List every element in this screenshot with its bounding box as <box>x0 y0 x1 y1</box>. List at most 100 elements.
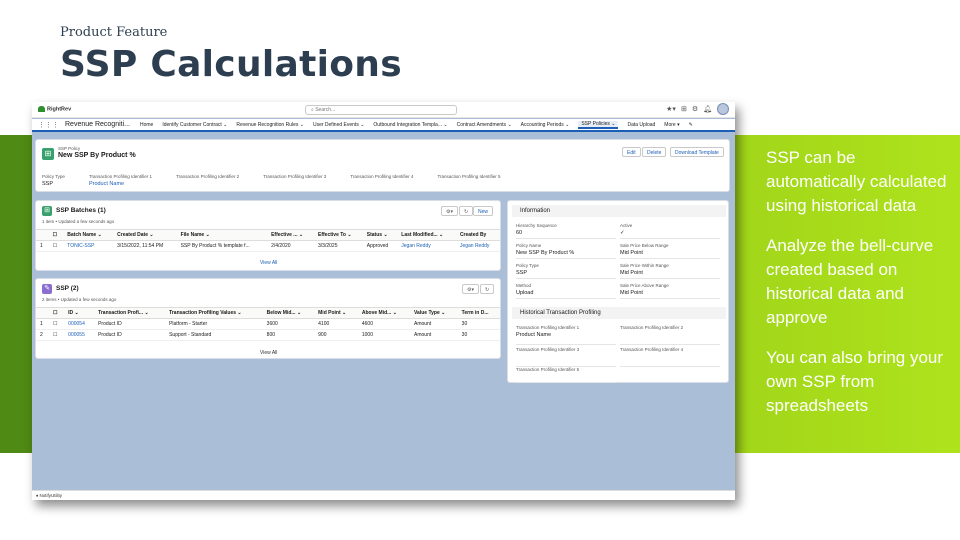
cell: Product ID <box>94 329 166 341</box>
field-value[interactable]: Product Name <box>516 332 616 338</box>
select-all-checkbox[interactable]: ☐ <box>48 229 64 241</box>
row-checkbox[interactable]: ☐ <box>49 318 65 330</box>
nav-label: Accounting Periods <box>520 121 564 128</box>
cell: Platform - Starter <box>165 318 263 330</box>
field-value: 60 <box>516 230 523 236</box>
ssp-id-link[interactable]: 000055 <box>64 329 95 341</box>
col-header[interactable]: Mid Point ⌄ <box>314 307 358 319</box>
col-header[interactable]: Created By <box>455 229 500 241</box>
view-all-link[interactable]: View All <box>260 350 277 356</box>
col-header[interactable]: Term in D... <box>457 307 500 319</box>
new-button[interactable]: New <box>473 206 494 216</box>
edit-nav-icon[interactable]: ✎ <box>689 122 693 128</box>
search-input[interactable]: ⌕ Search... <box>305 105 457 115</box>
nav-user-defined-events[interactable]: User Defined Events ⌄ <box>313 122 364 128</box>
hist-tpi-1: Transaction Profiling Identifier 1 Produc… <box>516 325 616 345</box>
user-link[interactable]: Jegan Reddy <box>397 240 456 252</box>
col-label: Created Date <box>117 232 149 238</box>
nav-label: Outbound Integration Templa... <box>373 121 442 128</box>
user-link[interactable]: Jegan Reddy <box>455 240 500 252</box>
field-label: Policy Type <box>42 174 65 179</box>
row-number: 1 <box>36 240 49 252</box>
nav-revenue-recognition-rules[interactable]: Revenue Recognition Rules ⌄ <box>236 122 304 128</box>
hist-tpi-5: Transaction Profiling Identifier 5 <box>516 367 616 383</box>
field-value: New SSP By Product % <box>516 250 575 256</box>
field-value: Mid Point <box>620 270 643 276</box>
app-launcher-icon[interactable]: ⋮⋮⋮ <box>38 121 59 129</box>
row-checkbox[interactable]: ☐ <box>48 240 64 252</box>
col-header[interactable]: Effective To ⌄ <box>314 229 363 241</box>
col-label: Batch Name <box>67 232 97 238</box>
col-header[interactable]: Below Mid... ⌄ <box>262 307 315 319</box>
nav-contract-amendments[interactable]: Contract Amendments ⌄ <box>457 122 512 128</box>
record-type: SSP Policy <box>58 146 81 151</box>
app-logo[interactable]: RightRev <box>38 106 71 112</box>
col-label: File Name <box>180 232 205 238</box>
col-label: Below Mid... <box>266 310 296 316</box>
ssp-id-link[interactable]: 000054 <box>64 318 95 330</box>
download-template-button[interactable]: Download Template <box>670 147 724 157</box>
setup-gear-icon[interactable]: ⚙ <box>692 105 698 113</box>
col-header[interactable]: Batch Name ⌄ <box>63 229 114 241</box>
bullet-3: You can also bring your own SSP from spr… <box>766 348 944 415</box>
utility-bar: ♦ NotifyUtility <box>32 490 735 500</box>
field-tpi-4: Transaction Profiling Identifier 4 <box>350 174 413 187</box>
avatar[interactable] <box>717 103 729 115</box>
nav-identify-customer-contract[interactable]: Identify Customer Contract ⌄ <box>162 122 227 128</box>
info-active: Active ✓ <box>620 223 720 239</box>
slide: Product Feature SSP Calculations SSP can… <box>0 0 960 540</box>
col-header[interactable]: Effective ... ⌄ <box>267 229 315 241</box>
nav-home[interactable]: Home <box>140 122 153 128</box>
cell: 3/15/2022, 11:54 PM <box>113 240 177 252</box>
notify-utility-button[interactable]: NotifyUtility <box>40 493 63 498</box>
col-label: ID <box>68 310 74 316</box>
field-value: SSP <box>516 270 528 276</box>
refresh-icon[interactable]: ↻ <box>480 284 495 294</box>
add-icon[interactable]: ⊞ <box>681 105 687 113</box>
cell: 3/3/2025 <box>314 240 363 252</box>
col-header[interactable]: ID ⌄ <box>64 307 95 319</box>
col-header[interactable]: Last Modified... ⌄ <box>397 229 456 241</box>
cell: Product ID <box>94 318 166 330</box>
historical-section-header[interactable]: Historical Transaction Profiling <box>512 307 726 319</box>
info-within-range: Sale Price Within Range Mid Point <box>620 263 720 279</box>
col-header[interactable]: Transaction Profiling Values ⌄ <box>165 307 263 319</box>
nav-ssp-policies[interactable]: SSP Policies ⌄ <box>578 120 619 129</box>
information-section-header[interactable]: Information <box>512 205 726 217</box>
col-header[interactable]: Status ⌄ <box>362 229 398 241</box>
list-settings-icon[interactable]: ⚙▾ <box>462 284 479 294</box>
batch-name-link[interactable]: TONIC-SSP <box>63 240 114 252</box>
view-all-link[interactable]: View All <box>260 260 277 266</box>
active-checkbox: ✓ <box>620 230 625 236</box>
cell: 800 <box>262 329 315 341</box>
refresh-icon[interactable]: ↻ <box>459 206 474 216</box>
field-label: Method <box>516 283 532 288</box>
row-checkbox[interactable]: ☐ <box>49 329 65 341</box>
field-tpi-3: Transaction Profiling Identifier 3 <box>263 174 326 187</box>
field-value[interactable]: Product Name <box>89 181 152 187</box>
field-value: Mid Point <box>620 290 643 296</box>
ssp-policy-icon: ⊞ <box>42 148 54 160</box>
favorites-icon[interactable]: ★▾ <box>666 105 676 113</box>
nav-accounting-periods[interactable]: Accounting Periods ⌄ <box>521 122 570 128</box>
col-header[interactable]: Transaction Profi... ⌄ <box>94 307 166 319</box>
col-header[interactable]: Value Type ⌄ <box>410 307 458 319</box>
delete-button[interactable]: Delete <box>642 147 667 157</box>
info-hierarchy-sequence: Hierarchy Sequence 60 <box>516 223 616 239</box>
hist-tpi-3: Transaction Profiling Identifier 3 <box>516 347 616 367</box>
nav-more[interactable]: More ▾ <box>664 122 679 128</box>
information-panel: Information Hierarchy Sequence 60 Active ✓… <box>507 200 729 383</box>
notification-bell-icon[interactable]: 🔔︎ <box>703 105 712 113</box>
field-label: Transaction Profiling Identifier 5 <box>437 174 501 179</box>
field-label: Transaction Profiling Identifier 2 <box>176 174 240 179</box>
list-settings-icon[interactable]: ⚙▾ <box>441 206 458 216</box>
col-label: Transaction Profiling Values <box>169 310 237 316</box>
edit-button[interactable]: Edit <box>622 147 641 157</box>
select-all-checkbox[interactable]: ☐ <box>49 307 65 319</box>
col-header[interactable]: File Name ⌄ <box>176 229 268 241</box>
nav-data-upload[interactable]: Data Upload <box>627 122 655 128</box>
nav-outbound-integration[interactable]: Outbound Integration Templa... ⌄ <box>373 122 447 128</box>
field-value: SSP <box>42 181 54 187</box>
col-header[interactable]: Created Date ⌄ <box>113 229 177 241</box>
col-header[interactable]: Above Mid... ⌄ <box>357 307 410 319</box>
